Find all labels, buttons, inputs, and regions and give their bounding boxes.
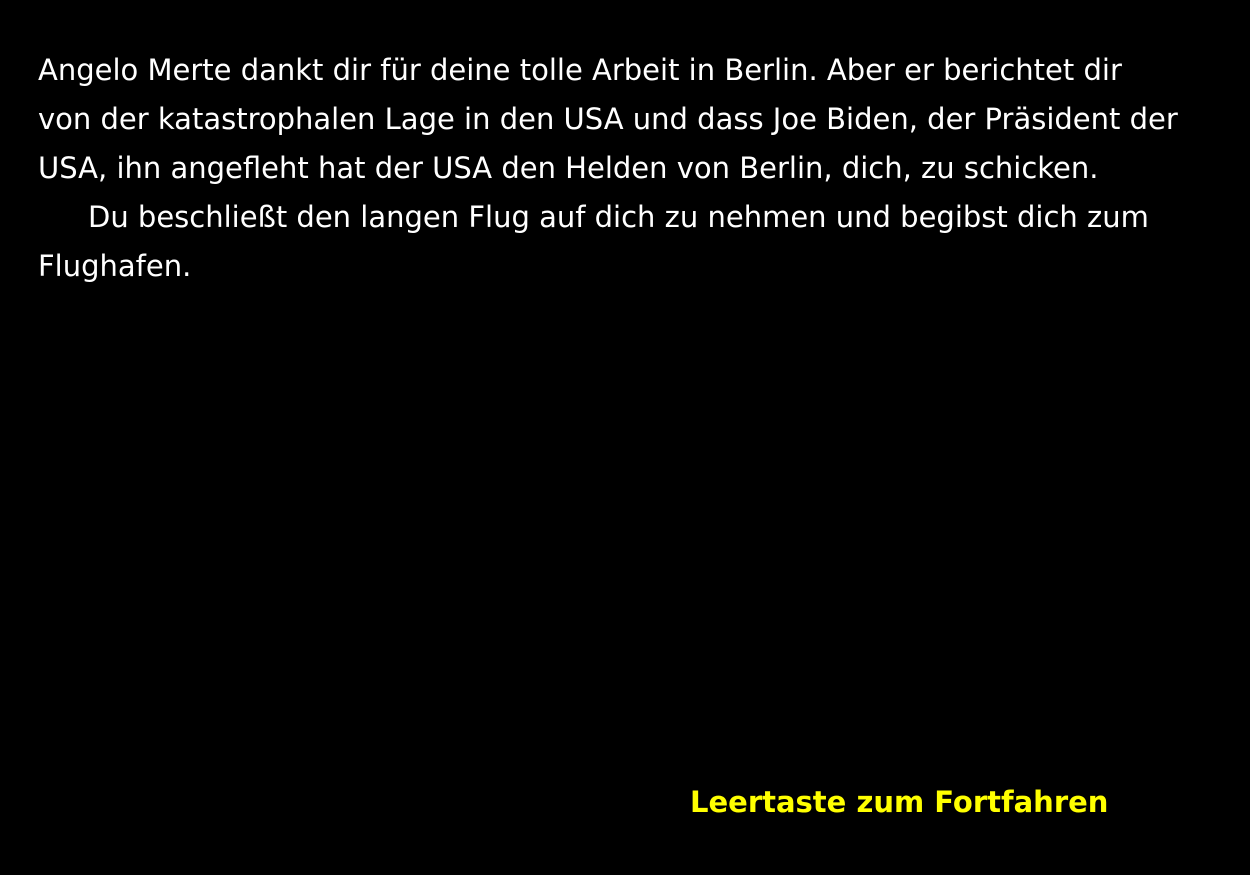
continue-prompt[interactable]: Leertaste zum Fortfahren [690,780,1108,824]
story-paragraph-1: Angelo Merte dankt dir für deine tolle A… [38,53,1178,185]
story-text-box: Angelo Merte dankt dir für deine tolle A… [38,46,1178,291]
story-paragraph-2: Du beschließt den langen Flug auf dich z… [38,200,1149,283]
game-screen: Angelo Merte dankt dir für deine tolle A… [0,0,1250,875]
